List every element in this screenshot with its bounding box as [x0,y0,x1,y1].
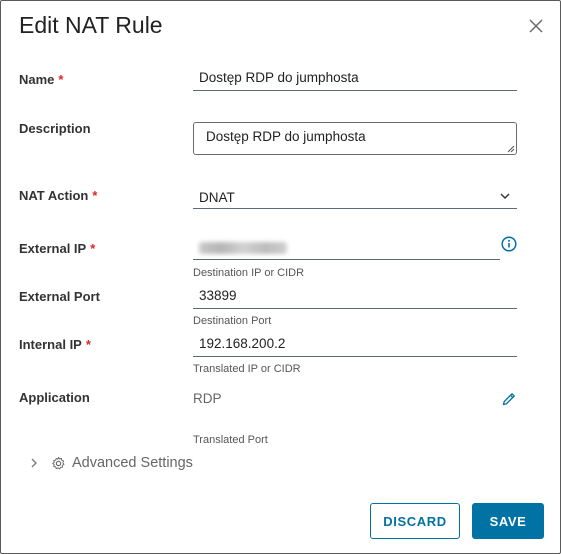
description-textarea[interactable]: Dostęp RDP do jumphosta [193,122,517,155]
required-marker: * [58,72,64,87]
redacted-value [199,242,287,254]
required-marker: * [92,188,98,203]
description-label: Description [19,121,91,136]
gear-icon [52,456,65,469]
external-ip-helper: Destination IP or CIDR [193,267,305,279]
dialog-title: Edit NAT Rule [19,12,163,38]
pencil-icon[interactable] [501,391,517,407]
name-label: Name * [19,72,63,87]
discard-button[interactable]: DISCARD [370,503,460,539]
save-button[interactable]: SAVE [472,503,544,539]
name-label-text: Name [19,72,55,87]
internal-ip-label: Internal IP * [19,337,91,352]
nat-action-select[interactable]: DNAT [193,185,517,209]
external-port-input[interactable]: 33899 [193,285,517,309]
internal-ip-helper: Translated IP or CIDR [193,363,301,375]
nat-action-label-text: NAT Action [19,188,89,203]
external-ip-label: External IP * [19,241,95,256]
external-port-label: External Port [19,289,100,304]
description-value: Dostęp RDP do jumphosta [206,129,366,144]
internal-ip-input[interactable]: 192.168.200.2 [193,333,517,357]
info-icon[interactable] [501,236,517,252]
name-input[interactable]: Dostęp RDP do jumphosta [193,67,517,91]
application-helper: Translated Port [193,434,268,446]
external-port-helper: Destination Port [193,315,272,327]
nat-action-value: DNAT [199,190,235,205]
required-marker: * [90,241,96,256]
external-ip-label-text: External IP [19,241,87,256]
resize-grip-icon[interactable] [507,145,515,153]
chevron-down-icon [500,193,510,199]
external-ip-input[interactable] [193,236,500,260]
chevron-right-icon [31,458,37,468]
close-icon[interactable] [528,18,544,34]
nat-action-label: NAT Action * [19,188,97,203]
application-label: Application [19,390,90,405]
advanced-settings-label: Advanced Settings [72,455,193,471]
internal-ip-label-text: Internal IP [19,337,82,352]
application-value: RDP [193,391,222,406]
required-marker: * [85,337,91,352]
edit-nat-rule-dialog: Edit NAT Rule Name * Dostęp RDP do jumpho… [0,0,561,554]
advanced-settings-toggle[interactable]: Advanced Settings [29,453,193,473]
